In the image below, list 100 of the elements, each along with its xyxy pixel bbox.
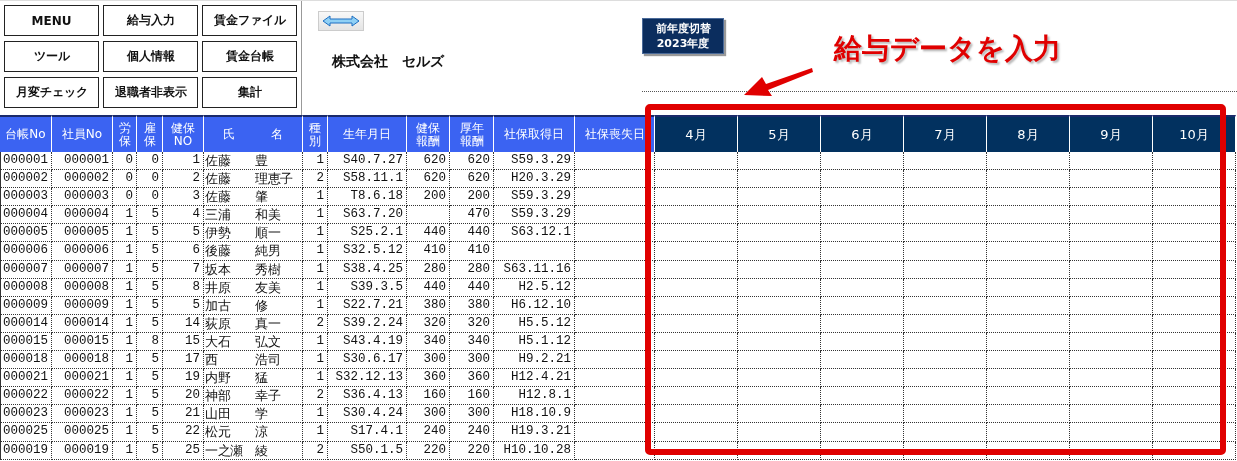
table-cell: 470: [450, 206, 494, 225]
table-cell: 000025: [0, 423, 52, 442]
year-switch-button[interactable]: 前年度切替 2023年度: [642, 18, 724, 54]
table-cell: 0: [137, 188, 163, 207]
swap-button[interactable]: [318, 11, 364, 31]
table-cell: 松元 涼: [204, 423, 303, 442]
table-cell: 000015: [0, 332, 52, 352]
menu-button[interactable]: 集計: [202, 77, 297, 108]
table-cell: 井原 友美: [204, 278, 303, 297]
menu-button[interactable]: 個人情報: [103, 41, 198, 72]
table-cell: 1: [303, 188, 328, 207]
table-cell: 000003: [52, 188, 113, 207]
arrow-icon: [744, 68, 813, 96]
table-cell: S32.5.12: [328, 242, 407, 261]
table-cell: 000004: [52, 206, 113, 225]
table-cell: 440: [407, 278, 450, 297]
table-cell: 000018: [0, 351, 52, 370]
table-cell: 440: [407, 224, 450, 243]
table-cell: 620: [407, 152, 450, 171]
table-cell: S63.11.16: [494, 260, 575, 279]
table-cell: 5: [137, 278, 163, 297]
table-cell: S50.1.5: [328, 441, 407, 460]
table-cell: S39.3.5: [328, 278, 407, 297]
table-cell: 000007: [0, 260, 52, 279]
menu-button[interactable]: 退職者非表示: [103, 77, 198, 108]
table-cell: S25.2.1: [328, 224, 407, 243]
table-cell: 1: [113, 351, 137, 370]
table-cell: 1: [303, 242, 328, 261]
table-cell: 1: [113, 387, 137, 406]
table-cell: 0: [113, 188, 137, 207]
table-cell: 14: [163, 314, 204, 333]
table-cell: 360: [407, 369, 450, 388]
table-cell: 2: [303, 170, 328, 189]
empty-cell: [407, 206, 450, 225]
menu-button[interactable]: 賃金台帳: [202, 41, 297, 72]
table-cell: 000019: [0, 441, 52, 460]
table-cell: 2: [303, 441, 328, 460]
table-cell: 360: [450, 369, 494, 388]
column-header: 健保報酬: [407, 115, 450, 152]
table-cell: 000005: [52, 224, 113, 243]
table-cell: 440: [450, 278, 494, 297]
table-cell: 19: [163, 369, 204, 388]
menu-button[interactable]: 賃金ファイル: [202, 5, 297, 36]
table-cell: 5: [137, 314, 163, 333]
table-cell: 200: [450, 188, 494, 207]
table-cell: S30.4.24: [328, 405, 407, 424]
table-cell: S38.4.25: [328, 260, 407, 279]
table-cell: 1: [113, 405, 137, 424]
table-cell: T8.6.18: [328, 188, 407, 207]
table-cell: 1: [113, 441, 137, 460]
table-cell: 加古 修: [204, 296, 303, 315]
table-cell: 240: [407, 423, 450, 442]
table-cell: 620: [450, 170, 494, 189]
column-header: 氏 名: [204, 115, 303, 152]
table-cell: 000002: [0, 170, 52, 189]
table-cell: 280: [407, 260, 450, 279]
month-header: 10月: [1153, 115, 1236, 152]
table-cell: 5: [137, 369, 163, 388]
menu-button[interactable]: MENU: [4, 5, 99, 36]
table-cell: 240: [450, 423, 494, 442]
table-cell: 15: [163, 332, 204, 352]
table-cell: 000019: [52, 441, 113, 460]
table-cell: S63.12.1: [494, 224, 575, 243]
table-cell: 410: [407, 242, 450, 261]
table-cell: 佐藤 肇: [204, 188, 303, 207]
table-cell: 1: [303, 369, 328, 388]
table-cell: 4: [163, 206, 204, 225]
table-cell: 1: [303, 278, 328, 297]
table-cell: 000006: [0, 242, 52, 261]
table-cell: 320: [450, 314, 494, 333]
month-header: 7月: [904, 115, 987, 152]
table-cell: 1: [303, 405, 328, 424]
table-cell: H2.5.12: [494, 278, 575, 297]
table-cell: 内野 猛: [204, 369, 303, 388]
table-cell: 000025: [52, 423, 113, 442]
table-cell: 坂本 秀樹: [204, 260, 303, 279]
table-cell: 1: [303, 423, 328, 442]
table-cell: 1: [303, 224, 328, 243]
table-cell: 340: [407, 332, 450, 352]
table-cell: 5: [137, 405, 163, 424]
table-cell: 1: [113, 224, 137, 243]
table-cell: 8: [137, 332, 163, 352]
table-cell: 5: [137, 260, 163, 279]
menu-button[interactable]: 給与入力: [103, 5, 198, 36]
table-cell: 000022: [52, 387, 113, 406]
menu-button[interactable]: 月変チェック: [4, 77, 99, 108]
month-header: 4月: [655, 115, 738, 152]
table-cell: 22: [163, 423, 204, 442]
table-cell: 荻原 真一: [204, 314, 303, 333]
menu-button[interactable]: ツール: [4, 41, 99, 72]
table-cell: 20: [163, 387, 204, 406]
table-cell: 620: [450, 152, 494, 171]
table-cell: 300: [450, 405, 494, 424]
table-cell: S32.12.13: [328, 369, 407, 388]
table-cell: 1: [303, 260, 328, 279]
table-cell: 220: [450, 441, 494, 460]
table-cell: S30.6.17: [328, 351, 407, 370]
table-cell: H5.5.12: [494, 314, 575, 333]
table-cell: 200: [407, 188, 450, 207]
table-cell: S43.4.19: [328, 332, 407, 352]
